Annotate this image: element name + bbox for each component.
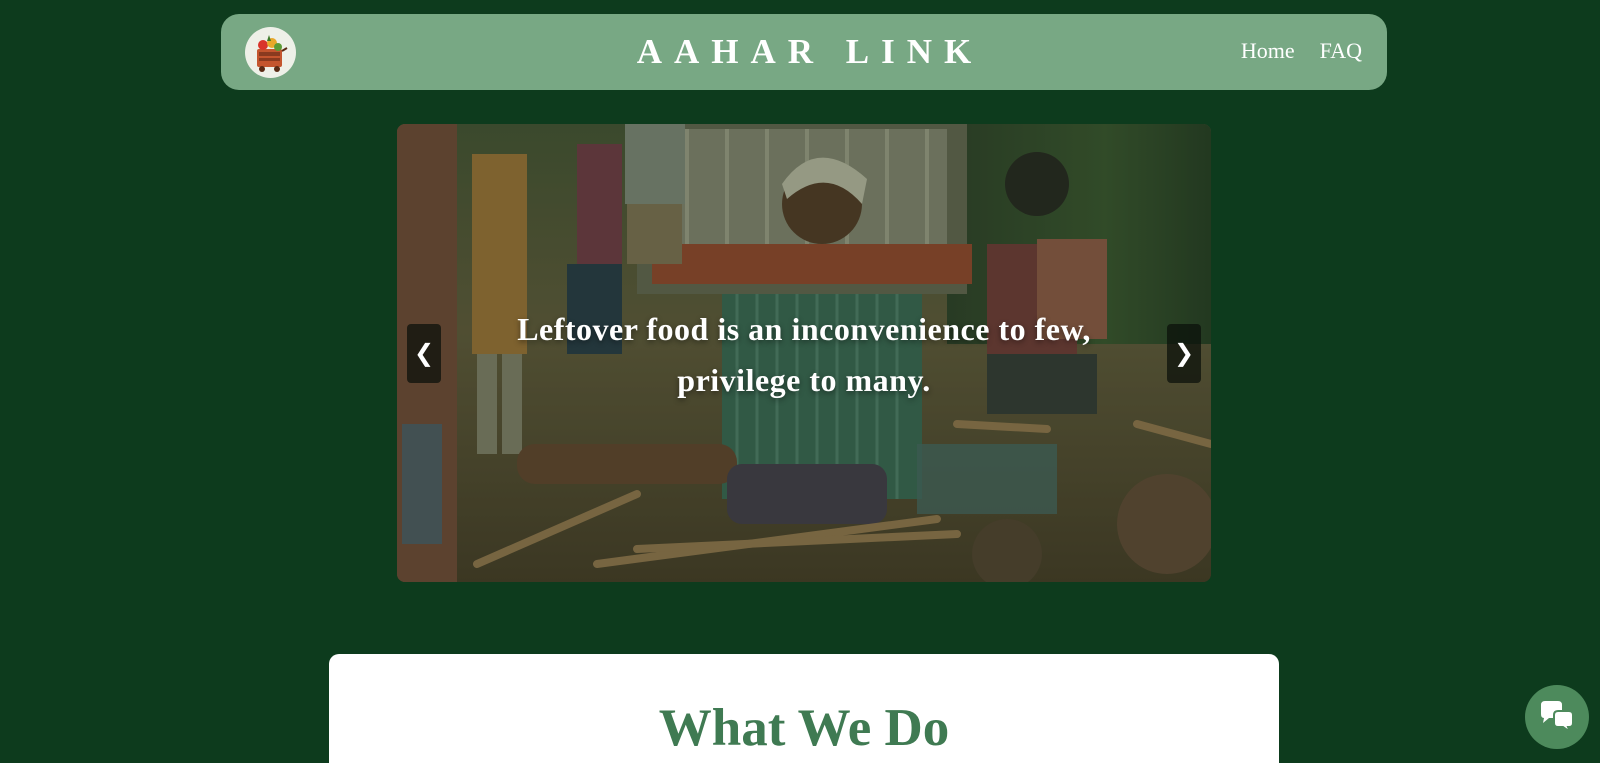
food-cart-logo-icon[interactable] — [245, 27, 296, 78]
chat-bubbles-icon[interactable] — [1525, 685, 1589, 749]
hero-carousel: Leftover food is an inconvenience to few… — [397, 124, 1211, 582]
chevron-right-icon[interactable]: ❯ — [1167, 324, 1201, 383]
brand-title-wrapper: AAHAR LINK — [221, 32, 1387, 72]
navbar: AAHAR LINK Home FAQ — [221, 14, 1387, 90]
page: AAHAR LINK Home FAQ Leftover food is an … — [0, 0, 1600, 763]
carousel-caption: Leftover food is an inconvenience to few… — [517, 311, 1091, 398]
nav-link-faq[interactable]: FAQ — [1320, 38, 1362, 64]
nav-links: Home FAQ — [1241, 38, 1362, 64]
section-title: What We Do — [658, 699, 950, 757]
chevron-left-icon[interactable]: ❮ — [407, 324, 441, 383]
nav-link-home[interactable]: Home — [1241, 38, 1295, 64]
what-we-do-section: What We Do — [329, 654, 1279, 763]
brand-title[interactable]: AAHAR LINK — [637, 32, 984, 71]
